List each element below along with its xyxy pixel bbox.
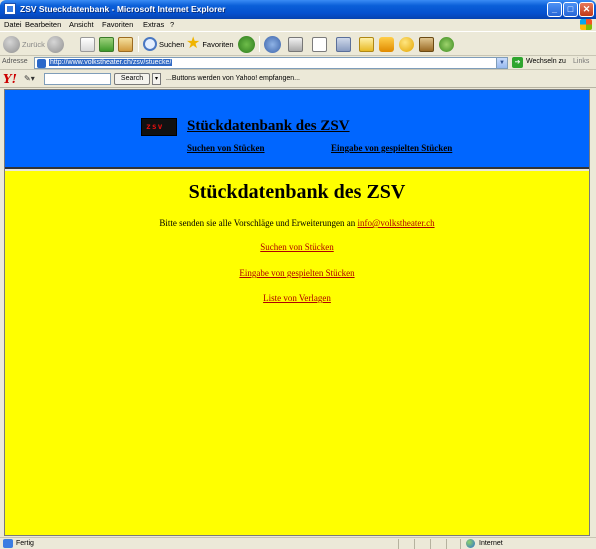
address-label: Adresse: [2, 58, 28, 65]
toolbar-separator: [259, 36, 260, 52]
yahoo-search-dropdown-icon[interactable]: ▾: [152, 73, 161, 85]
search-button[interactable]: Suchen: [143, 35, 184, 53]
windows-logo-icon: [580, 19, 592, 30]
menu-extras[interactable]: Extras: [143, 20, 164, 29]
history-icon: [238, 35, 255, 53]
toolbar-separator: [138, 36, 139, 52]
address-dropdown-icon[interactable]: ▼: [496, 58, 507, 68]
discuss-button[interactable]: [336, 35, 351, 53]
search-label: Suchen: [159, 39, 185, 49]
home-button[interactable]: [118, 35, 133, 53]
status-divider: [460, 539, 461, 549]
status-bar: Fertig Internet: [0, 537, 596, 549]
messenger-people-button[interactable]: [439, 35, 454, 53]
page-done-icon: [3, 539, 13, 548]
yahoo-search-input[interactable]: [44, 73, 111, 85]
link-publishers[interactable]: Liste von Verlagen: [263, 293, 331, 303]
status-divider: [414, 539, 415, 549]
pencil-icon[interactable]: ✎▾: [24, 74, 35, 83]
printer-icon: [288, 36, 303, 52]
status-text: Fertig: [16, 540, 34, 547]
discuss-icon: [336, 36, 351, 52]
minimize-button[interactable]: _: [547, 2, 562, 17]
research-button[interactable]: [419, 35, 434, 53]
toolbar: Zurück Suchen ★ Favoriten: [0, 31, 596, 56]
entry-paragraph: Eingabe von gespielten Stücken: [5, 268, 589, 278]
refresh-icon: [99, 36, 114, 52]
edit-page-icon: [312, 36, 327, 52]
favorites-label: Favoriten: [202, 39, 234, 49]
header-title-link[interactable]: Stückdatenbank des ZSV: [187, 118, 350, 135]
security-zone-label: Internet: [479, 540, 503, 547]
yahoo-search-button[interactable]: Search: [114, 73, 150, 85]
close-button[interactable]: ✕: [579, 2, 594, 17]
refresh-button[interactable]: [99, 35, 114, 53]
messenger-button[interactable]: [379, 35, 394, 53]
status-divider: [446, 539, 447, 549]
address-bar: Adresse http://www.volkstheater.ch/zsv/s…: [0, 56, 596, 70]
address-input[interactable]: http://www.volkstheater.ch/zsv/stuecke/ …: [34, 57, 508, 69]
go-arrow-icon[interactable]: ➔: [512, 57, 523, 68]
yahoo-toolbar: Y! ✎▾ Search ▾ ...Buttons werden von Yah…: [0, 71, 596, 88]
browser-viewport: zsv Stückdatenbank des ZSV Suchen von St…: [4, 89, 590, 536]
go-button[interactable]: Wechseln zu: [526, 58, 566, 65]
menu-ansicht[interactable]: Ansicht: [69, 20, 94, 29]
back-arrow-icon: [3, 35, 20, 53]
forward-button[interactable]: [47, 35, 64, 53]
messenger-icon: [439, 36, 454, 52]
link-search[interactable]: Suchen von Stücken: [260, 242, 334, 252]
favorites-button[interactable]: ★ Favoriten: [186, 35, 234, 53]
status-divider: [398, 539, 399, 549]
status-divider: [430, 539, 431, 549]
header-link-search[interactable]: Suchen von Stücken: [187, 143, 265, 153]
back-button[interactable]: Zurück: [3, 35, 45, 53]
folder-button[interactable]: [359, 35, 374, 53]
stop-button[interactable]: [80, 35, 95, 53]
stop-icon: [80, 36, 95, 52]
history-button[interactable]: [238, 35, 255, 53]
yahoo-info-text: ...Buttons werden von Yahoo! empfangen..…: [166, 75, 300, 82]
intro-paragraph: Bitte senden sie alle Vorschläge und Erw…: [5, 218, 589, 228]
intro-text: Bitte senden sie alle Vorschläge und Erw…: [159, 218, 358, 228]
links-button[interactable]: Links: [573, 58, 589, 65]
mail-button[interactable]: [264, 35, 281, 53]
menu-bar: Datei Bearbeiten Ansicht Favoriten Extra…: [0, 19, 596, 31]
back-label: Zurück: [22, 39, 45, 49]
mail-icon: [264, 35, 281, 53]
maximize-button[interactable]: □: [563, 2, 578, 17]
page-favicon-icon: [37, 59, 46, 68]
search-paragraph: Suchen von Stücken: [5, 242, 589, 252]
home-icon: [118, 36, 133, 52]
email-link[interactable]: info@volkstheater.ch: [358, 218, 435, 228]
internet-zone-icon: [466, 539, 475, 548]
publishers-paragraph: Liste von Verlagen: [5, 293, 589, 303]
smiley-icon: [399, 36, 414, 52]
content-frame: Stückdatenbank des ZSV Bitte senden sie …: [5, 171, 589, 535]
menu-bearbeiten[interactable]: Bearbeiten: [25, 20, 61, 29]
print-button[interactable]: [288, 35, 303, 53]
forward-arrow-icon: [47, 35, 64, 53]
zsv-logo-text: zsv: [146, 122, 164, 131]
arrow-right-icon: [379, 36, 394, 52]
folder-icon: [359, 36, 374, 52]
research-icon: [419, 36, 434, 52]
edit-button[interactable]: [312, 35, 327, 53]
link-entry[interactable]: Eingabe von gespielten Stücken: [239, 268, 354, 278]
window-title: ZSV Stueckdatenbank - Microsoft Internet…: [20, 4, 226, 14]
ie-page-icon: [4, 3, 16, 15]
header-link-entry[interactable]: Eingabe von gespielten Stücken: [331, 143, 452, 153]
menu-help[interactable]: ?: [170, 20, 174, 29]
yahoo-logo[interactable]: Y!: [3, 72, 17, 86]
menu-datei[interactable]: Datei: [4, 20, 22, 29]
smiley-button[interactable]: [399, 35, 414, 53]
address-url[interactable]: http://www.volkstheater.ch/zsv/stuecke/: [49, 59, 173, 66]
header-frame: zsv Stückdatenbank des ZSV Suchen von St…: [5, 90, 589, 169]
window-titlebar: ZSV Stueckdatenbank - Microsoft Internet…: [0, 0, 596, 19]
page-title: Stückdatenbank des ZSV: [188, 181, 406, 203]
menu-favoriten[interactable]: Favoriten: [102, 20, 133, 29]
search-icon: [143, 37, 157, 51]
favorites-star-icon: ★: [186, 35, 201, 52]
zsv-logo[interactable]: zsv: [141, 118, 177, 136]
